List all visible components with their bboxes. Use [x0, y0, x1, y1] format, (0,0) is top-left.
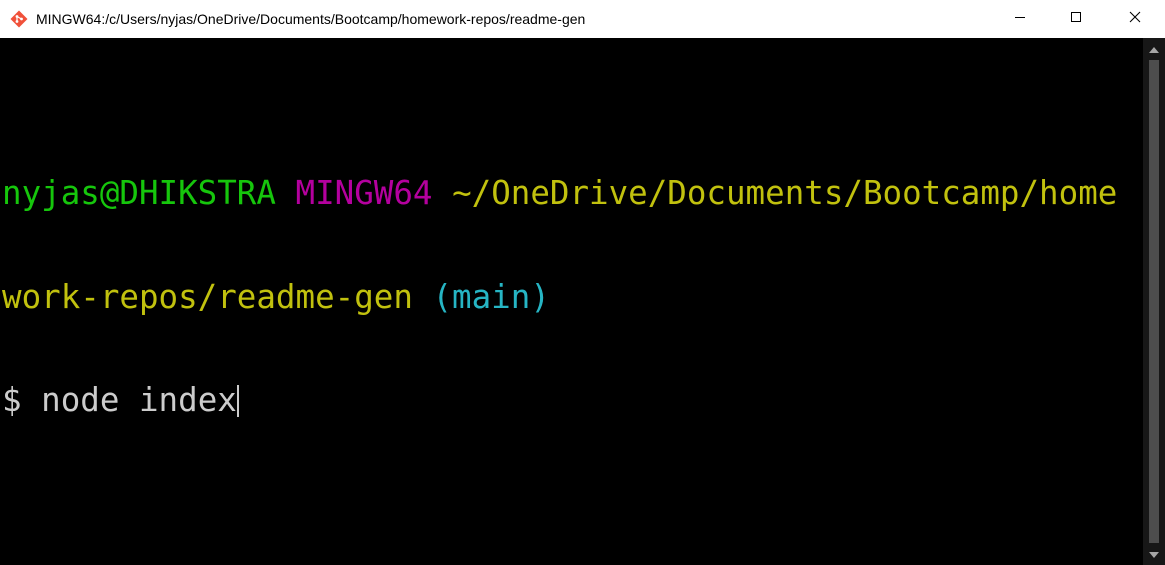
terminal-output[interactable]: nyjas@DHIKSTRA MINGW64 ~/OneDrive/Docume…: [0, 38, 1143, 565]
prompt-env: MINGW64: [295, 174, 433, 212]
prompt-symbol: $: [2, 381, 22, 419]
scroll-thumb[interactable]: [1149, 60, 1159, 543]
vertical-scrollbar[interactable]: [1143, 38, 1165, 565]
minimize-icon: [1014, 10, 1026, 28]
scroll-down-button[interactable]: [1143, 543, 1165, 565]
prompt-line-1: nyjas@DHIKSTRA MINGW64 ~/OneDrive/Docume…: [2, 176, 1117, 211]
close-button[interactable]: [1104, 0, 1165, 38]
prompt-branch: (main): [432, 277, 550, 316]
prompt-path-part2: work-repos/readme-gen: [2, 277, 413, 316]
title-bar[interactable]: MINGW64:/c/Users/nyjas/OneDrive/Document…: [0, 0, 1165, 38]
terminal-window: MINGW64:/c/Users/nyjas/OneDrive/Document…: [0, 0, 1165, 565]
maximize-button[interactable]: [1048, 0, 1104, 38]
close-icon: [1129, 10, 1141, 28]
git-bash-icon[interactable]: [10, 10, 28, 28]
prompt-path-part1: ~/OneDrive/Documents/Bootcamp/home: [452, 174, 1118, 212]
scroll-up-button[interactable]: [1143, 38, 1165, 60]
text-cursor: [236, 385, 239, 417]
command-text: node index: [41, 381, 237, 419]
terminal-lines: nyjas@DHIKSTRA MINGW64 ~/OneDrive/Docume…: [2, 107, 1117, 487]
minimize-button[interactable]: [992, 0, 1048, 38]
command-line[interactable]: $ node index: [2, 383, 1117, 418]
scroll-down-arrow-icon: [1149, 545, 1159, 563]
scroll-up-arrow-icon: [1149, 40, 1159, 58]
prompt-user-host: nyjas@DHIKSTRA: [2, 174, 276, 212]
maximize-icon: [1070, 10, 1082, 28]
window-title: MINGW64:/c/Users/nyjas/OneDrive/Document…: [36, 11, 586, 27]
prompt-line-2: work-repos/readme-gen (main): [2, 277, 1117, 316]
